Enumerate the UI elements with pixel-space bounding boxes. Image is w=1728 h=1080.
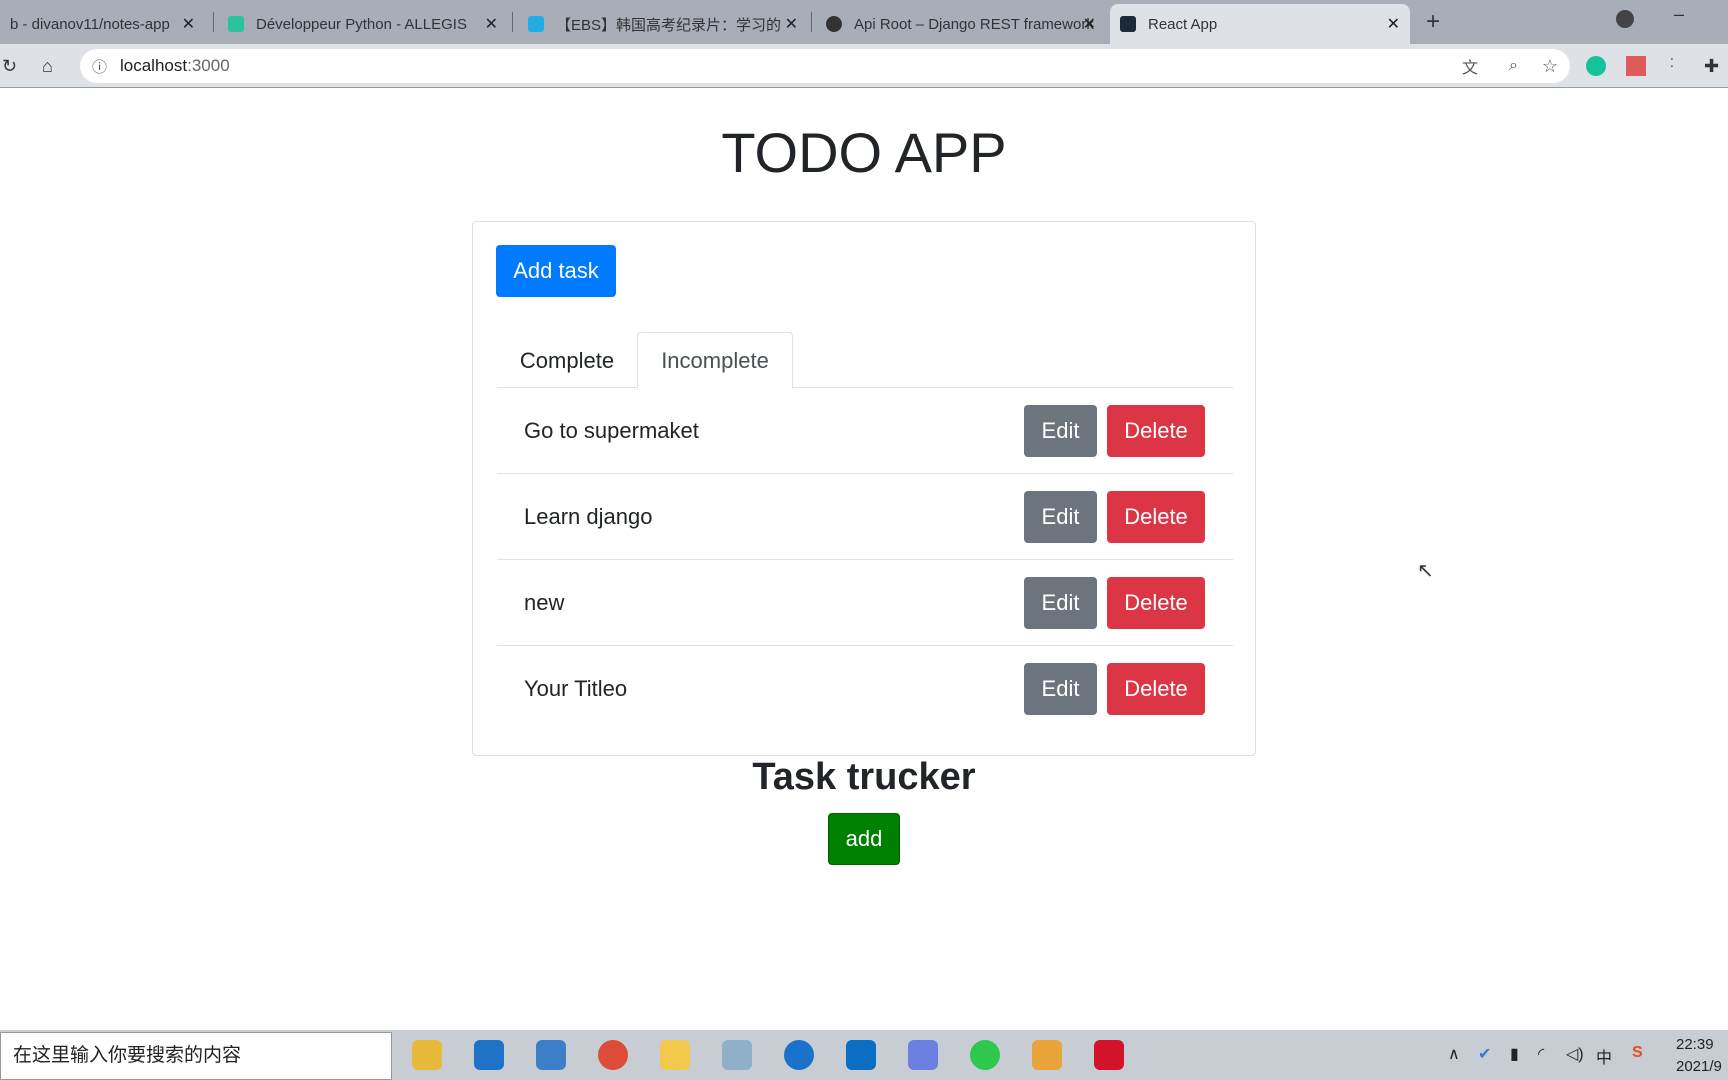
list-item: Go to supermaket Edit Delete [497,388,1233,474]
task-title: Go to supermaket [524,418,699,443]
delete-button[interactable]: Delete [1107,577,1205,629]
list-item: Your Titleo Edit Delete [497,646,1233,732]
close-tab-icon[interactable]: ✕ [182,14,195,34]
app-icon[interactable] [784,1040,814,1070]
tab-complete[interactable]: Complete [497,332,637,389]
todo-card: Add task Complete Incomplete Go to super… [472,221,1256,756]
notepad-icon[interactable] [722,1040,752,1070]
tray-chevron-up-icon[interactable]: ∧ [1448,1044,1460,1064]
close-tab-icon[interactable]: ✕ [1083,14,1096,34]
task-title: Learn django [524,504,653,529]
close-tab-icon[interactable]: ✕ [485,14,498,34]
extensions-puzzle-icon[interactable]: ✚ [1704,56,1719,77]
task-tracker-heading: Task trucker [752,756,976,798]
address-bar: ↻ ⌂ ⓘ localhost:3000 文 ⌕ ☆ ⁚ ✚ [0,44,1728,88]
edit-button[interactable]: Edit [1024,663,1097,715]
task-title: Your Titleo [524,676,628,701]
minimize-icon[interactable]: – [1674,4,1684,25]
edit-button[interactable]: Edit [1024,577,1097,629]
browser-tab[interactable]: Api Root – Django REST framework ✕ [816,4,1106,44]
extension-dots-icon[interactable]: ⁚ [1670,56,1674,70]
bilibili-icon [528,16,544,32]
home-icon[interactable]: ⌂ [42,56,53,77]
url-input[interactable]: ⓘ localhost:3000 文 ⌕ ☆ [80,49,1570,83]
browser-tab[interactable]: 【EBS】韩国高考纪录片：学习的 ✕ [518,4,808,44]
tab-separator [811,12,812,32]
delete-button[interactable]: Delete [1107,491,1205,543]
vscode-icon[interactable] [846,1040,876,1070]
volume-icon[interactable]: ◁) [1566,1044,1584,1064]
extension-icon[interactable] [1626,56,1646,76]
close-tab-icon[interactable]: ✕ [785,14,798,34]
sogou-icon[interactable]: S [1632,1044,1643,1062]
page-title: TODO APP [721,121,1007,184]
chrome-icon[interactable] [598,1040,628,1070]
grammarly-icon[interactable] [1586,56,1606,76]
tab-incomplete[interactable]: Incomplete [637,332,793,389]
sticky-notes-icon[interactable] [660,1040,690,1070]
add-button[interactable]: add [828,813,900,865]
translate-icon[interactable]: 文 [1462,54,1478,78]
list-item: new Edit Delete [497,560,1233,646]
browser-tab[interactable]: Développeur Python - ALLEGIS ✕ [218,4,508,44]
netease-music-icon[interactable] [1094,1040,1124,1070]
browser-tab-active[interactable]: React App ✕ [1110,4,1410,44]
zoom-icon[interactable]: ⌕ [1509,57,1518,75]
input-method-icon[interactable]: 中 [1596,1044,1612,1068]
task-title: new [524,590,565,615]
close-tab-icon[interactable]: ✕ [1387,14,1400,34]
edit-button[interactable]: Edit [1024,405,1097,457]
delete-button[interactable]: Delete [1107,663,1205,715]
reload-icon[interactable]: ↻ [2,56,17,77]
task-tabs: Complete Incomplete [497,332,1233,389]
taskbar-search-input[interactable]: 在这里输入你要搜索的内容 [0,1032,392,1080]
tray-app-icon[interactable]: ✔ [1478,1044,1491,1064]
mouse-cursor-icon: ↖ [1417,560,1434,582]
tab-search-icon[interactable] [1616,10,1634,28]
edit-button[interactable]: Edit [1024,491,1097,543]
react-icon [1120,16,1136,32]
browser-tab-strip: b - divanov11/notes-app ✕ Développeur Pyt… [0,0,1728,44]
bookmark-star-icon[interactable]: ☆ [1542,56,1558,77]
wechat-icon[interactable] [970,1040,1000,1070]
microphone-icon[interactable]: ▮ [1510,1044,1519,1064]
tab-separator [512,12,513,32]
control-panel-icon[interactable] [536,1040,566,1070]
tab-separator [213,12,214,32]
browser-tab[interactable]: b - divanov11/notes-app ✕ [0,4,205,44]
add-task-button[interactable]: Add task [496,245,616,297]
git-icon[interactable] [1032,1040,1062,1070]
clock[interactable]: 22:39 2021/9 [1676,1034,1722,1078]
file-explorer-icon[interactable] [412,1040,442,1070]
windows-taskbar: 在这里输入你要搜索的内容 ∧ ✔ ▮ ◜ ◁) 中 S 22:39 2021/9 [0,1030,1728,1080]
delete-button[interactable]: Delete [1107,405,1205,457]
mail-icon[interactable] [474,1040,504,1070]
wps-icon[interactable] [908,1040,938,1070]
new-tab-icon[interactable]: + [1426,8,1440,36]
wifi-icon[interactable]: ◜ [1538,1044,1544,1064]
list-item: Learn django Edit Delete [497,474,1233,560]
allegis-icon [228,16,244,32]
info-icon: ⓘ [92,58,108,76]
globe-icon [826,16,842,32]
